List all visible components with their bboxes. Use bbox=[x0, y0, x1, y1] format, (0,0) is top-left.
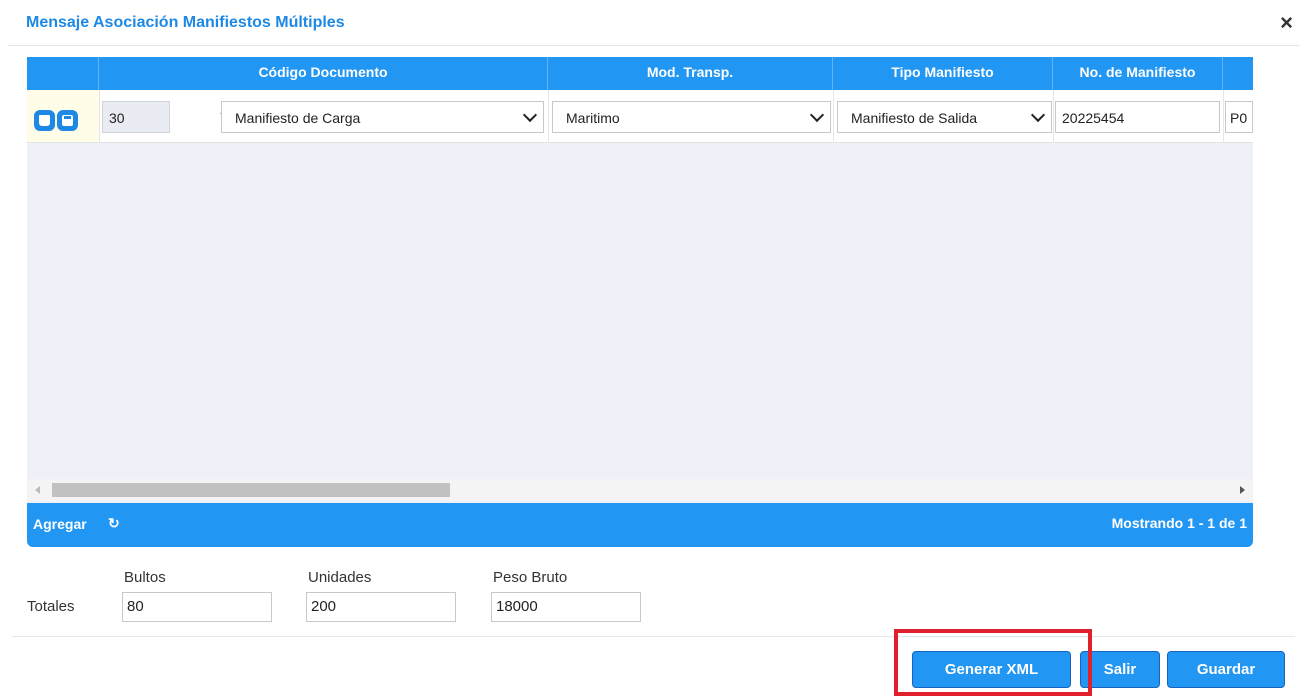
salir-button[interactable]: Salir bbox=[1080, 651, 1160, 688]
delete-row-button[interactable] bbox=[34, 110, 55, 131]
refresh-icon[interactable]: ↻ bbox=[108, 515, 120, 532]
next-column-field[interactable]: P0 bbox=[1225, 101, 1253, 133]
tipo-manifiesto-select[interactable]: Manifiesto de Salida bbox=[837, 101, 1052, 133]
header-codigo-documento[interactable]: Código Documento bbox=[99, 57, 548, 90]
trash-icon bbox=[39, 115, 50, 126]
title-divider bbox=[8, 45, 1299, 46]
mod-transp-select[interactable]: Maritimo bbox=[552, 101, 831, 133]
close-icon[interactable]: × bbox=[1280, 10, 1293, 36]
tipo-manifiesto-select-value: Manifiesto de Salida bbox=[851, 110, 978, 126]
unidades-label: Unidades bbox=[308, 569, 372, 586]
guardar-button[interactable]: Guardar bbox=[1167, 651, 1285, 688]
manifest-grid: Código Documento Mod. Transp. Tipo Manif… bbox=[27, 57, 1253, 547]
grid-footer: Agregar ↻ Mostrando 1 - 1 de 1 bbox=[27, 503, 1253, 547]
mod-transp-select-value: Maritimo bbox=[566, 110, 620, 126]
save-row-button[interactable] bbox=[57, 110, 78, 131]
bultos-field[interactable]: 80 bbox=[122, 592, 272, 622]
record-count: Mostrando 1 - 1 de 1 bbox=[1111, 515, 1247, 531]
footer-divider bbox=[12, 636, 1295, 637]
totales-label: Totales bbox=[27, 598, 75, 615]
scroll-right-arrow-icon[interactable] bbox=[1240, 486, 1245, 494]
unidades-field[interactable]: 200 bbox=[306, 592, 456, 622]
peso-bruto-label: Peso Bruto bbox=[493, 569, 568, 586]
dialog-title: Mensaje Asociación Manifiestos Múltiples bbox=[26, 14, 345, 31]
documento-select[interactable]: Manifiesto de Carga bbox=[221, 101, 544, 133]
scrollbar-thumb[interactable] bbox=[52, 483, 450, 497]
chevron-down-icon bbox=[1030, 107, 1046, 123]
header-no-manifiesto[interactable]: No. de Manifiesto bbox=[1053, 57, 1223, 90]
save-icon bbox=[62, 115, 73, 126]
documento-select-value: Manifiesto de Carga bbox=[235, 110, 361, 126]
header-mod-transp[interactable]: Mod. Transp. bbox=[548, 57, 833, 90]
peso-bruto-field[interactable]: 18000 bbox=[491, 592, 641, 622]
scroll-left-arrow-icon[interactable] bbox=[35, 486, 40, 494]
header-actions-cell bbox=[27, 57, 99, 90]
grid-header: Código Documento Mod. Transp. Tipo Manif… bbox=[27, 57, 1253, 90]
chevron-down-icon bbox=[522, 107, 538, 123]
codigo-field[interactable]: 30 bbox=[102, 101, 170, 133]
chevron-down-icon bbox=[809, 107, 825, 123]
header-tipo-manifiesto[interactable]: Tipo Manifiesto bbox=[833, 57, 1053, 90]
no-manifiesto-field[interactable]: 20225454 bbox=[1055, 101, 1220, 133]
header-next-cell bbox=[1223, 57, 1253, 90]
bultos-label: Bultos bbox=[124, 569, 166, 586]
agregar-button[interactable]: Agregar bbox=[33, 516, 87, 532]
horizontal-scrollbar[interactable] bbox=[27, 479, 1253, 501]
highlight-box bbox=[894, 629, 1092, 696]
